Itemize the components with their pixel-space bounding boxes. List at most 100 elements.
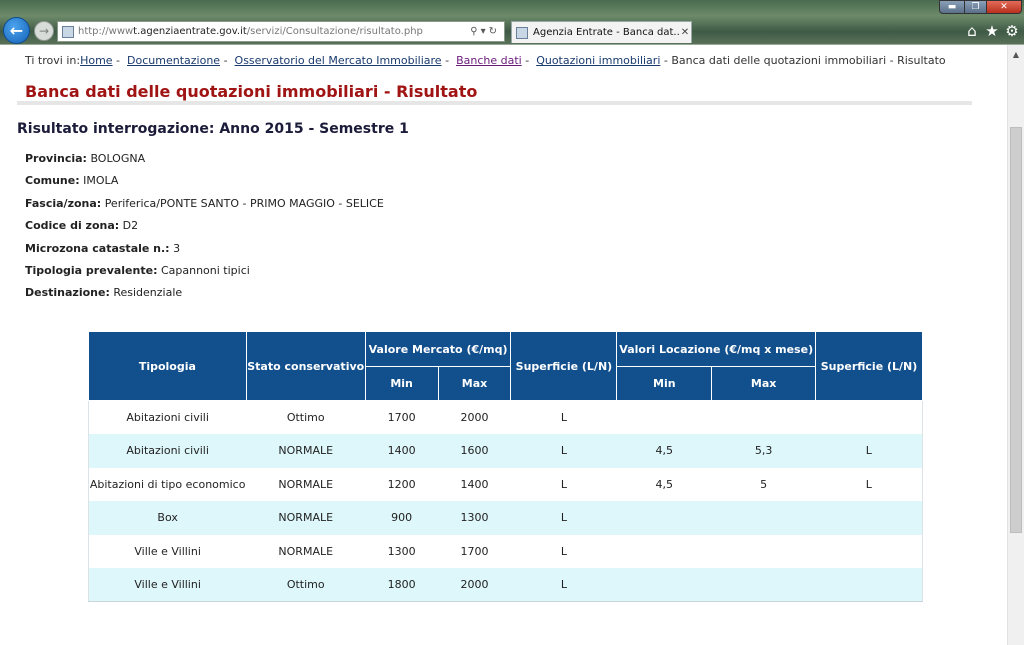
cell-superficie: L [510, 501, 617, 535]
url-prefix: http://www [78, 26, 134, 37]
tab-title: Agenzia Entrate - Banca dat... [533, 27, 679, 38]
settings-gear-icon[interactable]: ⚙ [1003, 22, 1021, 40]
cell-stato: NORMALE [246, 434, 366, 468]
cell-vl-max [711, 400, 816, 434]
cell-tipologia: Abitazioni di tipo economico [88, 467, 247, 501]
breadcrumb-separator: - [223, 54, 228, 67]
cell-superficie-locazione: L [815, 467, 923, 501]
cell-vm-max: 1300 [438, 501, 511, 535]
back-arrow-icon[interactable]: ← [3, 17, 30, 44]
detail-label: Provincia: [25, 152, 87, 165]
detail-label: Tipologia prevalente: [25, 263, 158, 277]
cell-vl-max [711, 534, 816, 568]
cell-vm-min: 1300 [365, 534, 439, 568]
window-close-icon[interactable]: ✕ [986, 0, 1022, 14]
title-divider [17, 101, 972, 105]
detail-value: Residenziale [113, 286, 183, 300]
header-superficie-locazione: Superficie (L/N) [815, 331, 923, 401]
cell-vl-min: 4,5 [616, 434, 712, 468]
table-row: Ville e Villini Ottimo 1800 2000 L [88, 568, 923, 602]
cell-stato: NORMALE [246, 501, 366, 535]
detail-comune: Comune: IMOLA [25, 174, 384, 196]
cell-stato: NORMALE [246, 534, 366, 568]
breadcrumb-osservatorio[interactable]: Osservatorio del Mercato Immobiliare [235, 54, 442, 67]
address-tools-icon[interactable]: ⚲▾↻ [470, 26, 504, 37]
cell-vl-min [616, 568, 712, 602]
page-title: Banca dati delle quotazioni immobiliari … [25, 82, 478, 101]
cell-vl-max [711, 501, 816, 535]
cell-superficie: L [510, 467, 617, 501]
forward-arrow-icon[interactable]: → [34, 21, 54, 41]
detail-label: Destinazione: [25, 286, 110, 300]
cell-superficie-locazione [815, 534, 923, 568]
header-vl-max: Max [711, 366, 817, 401]
quotations-table: Tipologia Stato conservativo Valore Merc… [88, 331, 923, 602]
header-valori-locazione: Valori Locazione (€/mq x mese) [616, 331, 817, 367]
favorites-star-icon[interactable]: ★ [983, 22, 1001, 40]
cell-superficie-locazione: L [815, 434, 923, 468]
breadcrumb-current: Banca dati delle quotazioni immobiliari … [671, 54, 946, 67]
cell-vm-min: 1800 [365, 568, 439, 602]
result-heading: Risultato interrogazione: Anno 2015 - Se… [17, 121, 409, 137]
header-valore-mercato: Valore Mercato (€/mq) [364, 331, 512, 367]
scroll-up-arrow-icon[interactable]: ▲ [1008, 47, 1024, 63]
cell-superficie-locazione [815, 501, 923, 535]
breadcrumb-home[interactable]: Home [80, 54, 112, 67]
cell-vm-min: 1200 [365, 467, 439, 501]
detail-tipologia-prevalente: Tipologia prevalente: Capannoni tipici [25, 264, 384, 286]
table-row: Abitazioni di tipo economico NORMALE 120… [88, 467, 923, 501]
detail-microzona: Microzona catastale n.: 3 [25, 242, 384, 264]
detail-label: Fascia/zona: [25, 196, 102, 210]
breadcrumb-prefix: Ti trovi in: [25, 54, 81, 67]
cell-vm-min: 900 [365, 501, 439, 535]
cell-vl-min [616, 501, 712, 535]
address-url[interactable]: http://wwwt.agenziaentrate.gov.it/serviz… [78, 26, 470, 37]
breadcrumb: Ti trovi in:Home - Documentazione - Osse… [25, 54, 946, 67]
scrollbar-thumb[interactable] [1010, 127, 1022, 533]
detail-label: Microzona catastale n.: [25, 241, 170, 255]
cell-tipologia: Ville e Villini [88, 568, 247, 602]
tab-close-icon[interactable]: ✕ [679, 27, 691, 38]
header-vm-max: Max [437, 366, 512, 401]
breadcrumb-banche-dati[interactable]: Banche dati [456, 54, 522, 67]
detail-value: D2 [122, 219, 139, 233]
cell-superficie: L [510, 400, 617, 434]
table-row: Abitazioni civili Ottimo 1700 2000 L [88, 400, 923, 434]
header-vm-min: Min [364, 366, 439, 401]
breadcrumb-documentazione[interactable]: Documentazione [127, 54, 220, 67]
detail-label: Codice di zona: [25, 219, 120, 233]
detail-destinazione: Destinazione: Residenziale [25, 286, 384, 308]
browser-tab[interactable]: Agenzia Entrate - Banca dat... ✕ [511, 21, 692, 43]
cell-vl-min: 4,5 [616, 467, 712, 501]
header-stato-conservativo: Stato conservativo [245, 331, 366, 401]
home-icon[interactable]: ⌂ [963, 22, 981, 40]
cell-vm-max: 1400 [438, 467, 511, 501]
breadcrumb-quotazioni[interactable]: Quotazioni immobiliari [536, 54, 660, 67]
header-vl-min: Min [616, 366, 713, 401]
cell-vm-max: 2000 [438, 400, 511, 434]
url-path: /servizi/Consultazione/risultato.php [246, 26, 423, 37]
cell-vm-max: 2000 [438, 568, 511, 602]
breadcrumb-separator: - [525, 54, 530, 67]
cell-superficie-locazione [815, 400, 923, 434]
table-row: Box NORMALE 900 1300 L [88, 501, 923, 535]
maximize-icon[interactable]: ❐ [964, 0, 987, 14]
vertical-scrollbar[interactable]: ▲ [1007, 45, 1024, 645]
cell-vl-max: 5 [711, 467, 816, 501]
cell-tipologia: Ville e Villini [88, 534, 247, 568]
cell-vm-min: 1700 [365, 400, 439, 434]
cell-vm-min: 1400 [365, 434, 439, 468]
cell-superficie: L [510, 434, 617, 468]
minimize-icon[interactable]: ▬ [939, 0, 965, 14]
cell-vl-min [616, 400, 712, 434]
cell-tipologia: Abitazioni civili [88, 400, 247, 434]
detail-value: 3 [173, 241, 181, 255]
detail-value: Capannoni tipici [160, 263, 250, 277]
detail-fascia-zona: Fascia/zona: Periferica/PONTE SANTO - PR… [25, 197, 384, 219]
cell-stato: Ottimo [246, 568, 366, 602]
address-bar[interactable]: http://wwwt.agenziaentrate.gov.it/serviz… [57, 21, 505, 42]
detail-value: BOLOGNA [90, 152, 146, 165]
cell-vm-max: 1600 [438, 434, 511, 468]
detail-provincia: Provincia: BOLOGNA [25, 152, 384, 174]
cell-vl-min [616, 534, 712, 568]
